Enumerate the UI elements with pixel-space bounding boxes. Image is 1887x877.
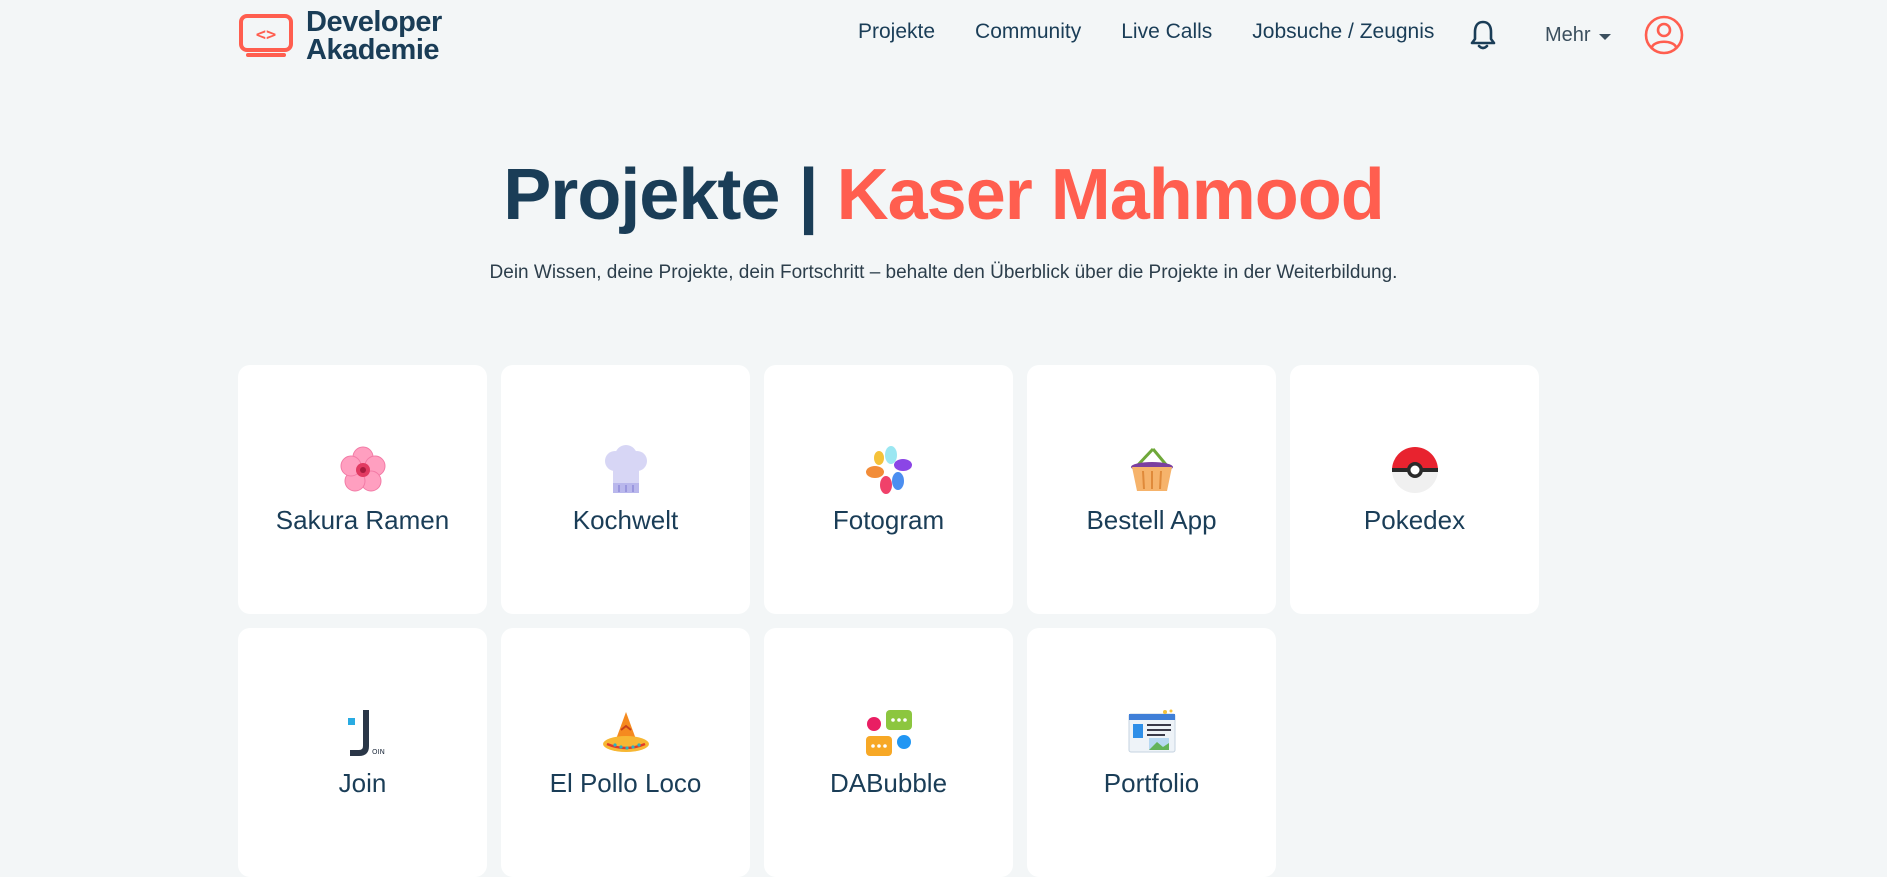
- project-label: Bestell App: [1086, 505, 1217, 535]
- page-subtitle: Dein Wissen, deine Projekte, dein Fortsc…: [489, 262, 1398, 283]
- brand-logo[interactable]: <> Developer Akademie: [238, 8, 442, 65]
- main-nav: Projekte Community Live Calls Jobsuche /…: [858, 20, 1474, 44]
- page-title: Projekte | Kaser Mahmood: [0, 150, 1887, 240]
- portfolio-window-icon: [1128, 709, 1176, 753]
- brand-line-2: Akademie: [306, 34, 440, 66]
- project-label: Join: [338, 768, 387, 798]
- project-label: Portfolio: [1103, 768, 1200, 798]
- chef-hat-icon: [605, 445, 647, 493]
- sombrero-icon: [603, 712, 649, 752]
- project-label: DABubble: [829, 768, 948, 798]
- project-label: El Pollo Loco: [549, 768, 702, 798]
- project-card-el-pollo-loco[interactable]: El Pollo Loco: [501, 628, 750, 877]
- caret-down-icon: [1598, 33, 1611, 40]
- project-label: Pokedex: [1363, 505, 1466, 535]
- project-card-fotogram[interactable]: Fotogram: [764, 365, 1013, 614]
- page-title-user-name: Kaser Mahmood: [836, 155, 1385, 235]
- project-label: Fotogram: [832, 505, 945, 535]
- page-title-prefix: Projekte: [503, 155, 780, 235]
- basket-icon: [1131, 447, 1173, 491]
- brand-line-1: Developer: [306, 6, 442, 38]
- nav-projekte[interactable]: Projekte: [858, 20, 935, 44]
- code-screen-icon: <>: [239, 14, 293, 57]
- join-logo-icon: OIN: [348, 710, 385, 756]
- page-title-separator: |: [798, 155, 818, 235]
- project-card-sakura-ramen[interactable]: Sakura Ramen: [238, 365, 487, 614]
- project-card-join[interactable]: OIN Join: [238, 628, 487, 877]
- brand-name: Developer Akademie: [306, 6, 442, 66]
- user-account-icon[interactable]: [1644, 15, 1684, 55]
- project-label: Sakura Ramen: [275, 505, 450, 535]
- bell-icon[interactable]: [1468, 19, 1498, 51]
- project-card-pokedex[interactable]: Pokedex: [1290, 365, 1539, 614]
- pokeball-icon: [1392, 447, 1438, 493]
- project-card-kochwelt[interactable]: Kochwelt: [501, 365, 750, 614]
- nav-live-calls[interactable]: Live Calls: [1121, 20, 1212, 44]
- svg-text:OIN: OIN: [372, 748, 385, 756]
- more-label: Mehr: [1545, 24, 1591, 46]
- cherry-blossom-icon: [340, 446, 386, 492]
- chat-bubbles-icon: [866, 710, 912, 756]
- svg-text:<>: <>: [256, 25, 276, 45]
- project-card-portfolio[interactable]: Portfolio: [1027, 628, 1276, 877]
- project-card-dabubble[interactable]: DABubble: [764, 628, 1013, 877]
- photo-petals-icon: [866, 446, 912, 494]
- nav-jobsuche-zeugnis[interactable]: Jobsuche / Zeugnis: [1252, 20, 1434, 44]
- project-card-bestell-app[interactable]: Bestell App: [1027, 365, 1276, 614]
- nav-community[interactable]: Community: [975, 20, 1081, 44]
- more-dropdown[interactable]: Mehr: [1545, 24, 1611, 47]
- top-header: <> Developer Akademie Projekte Community…: [0, 0, 1887, 72]
- project-label: Kochwelt: [572, 505, 679, 535]
